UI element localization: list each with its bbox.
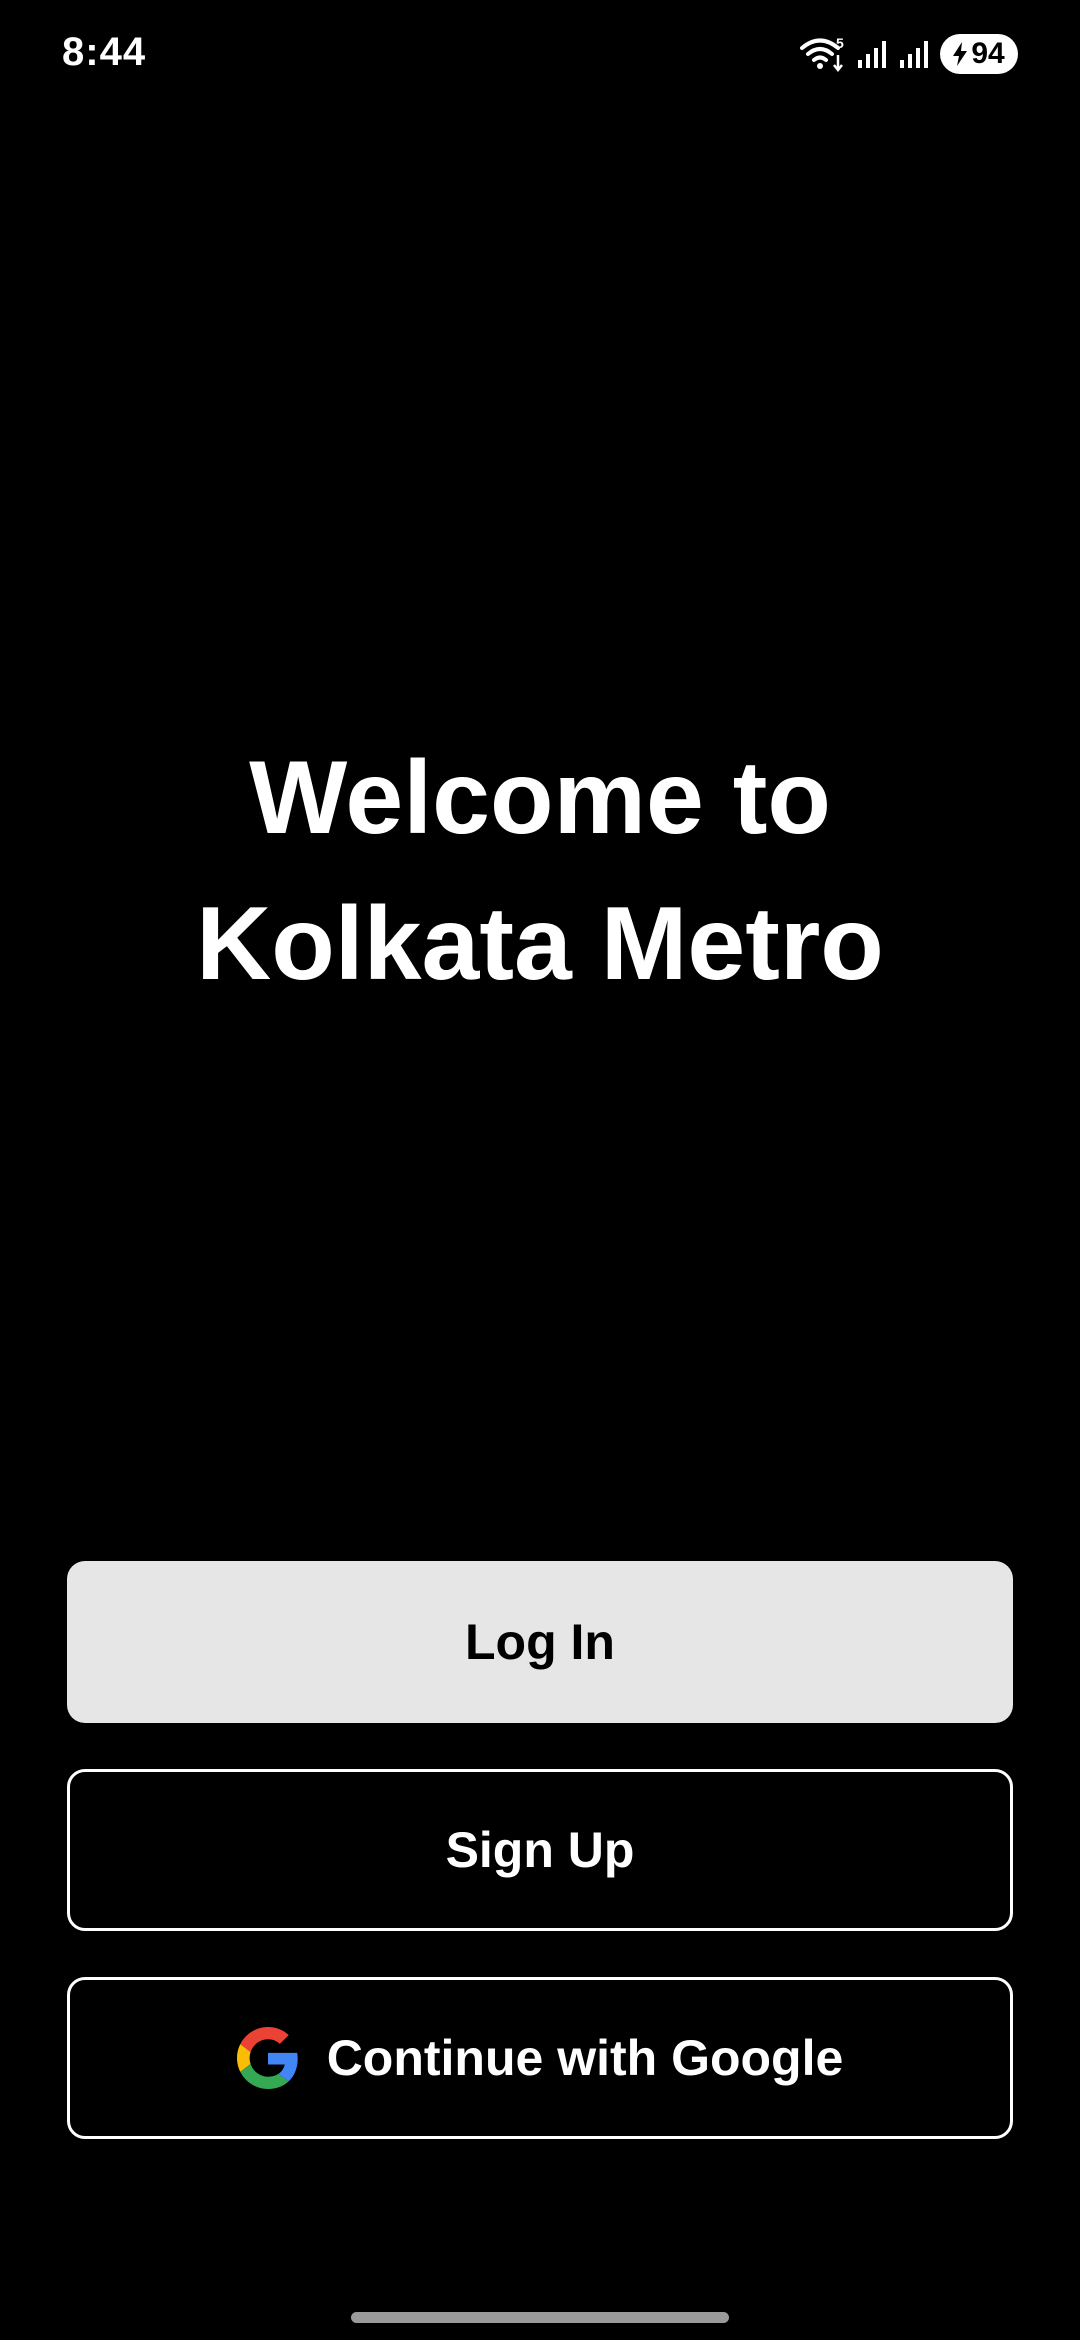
welcome-line-2: Kolkata Metro: [196, 886, 884, 1002]
welcome-line-1: Welcome to: [249, 740, 831, 856]
battery-level: 94: [971, 37, 1005, 70]
battery-indicator: 94: [940, 34, 1018, 74]
login-button-label: Log In: [465, 1614, 615, 1670]
google-icon: [236, 2027, 298, 2089]
signup-button-label: Sign Up: [445, 1822, 635, 1878]
home-indicator[interactable]: [351, 2312, 729, 2323]
status-bar: 8:44 5 94: [0, 0, 1080, 110]
welcome-screen: 8:44 5 94 Welcome to Kolkata Metro Log I…: [0, 0, 1080, 2340]
signup-button[interactable]: Sign Up: [67, 1769, 1013, 1931]
wifi-icon: 5: [800, 35, 844, 73]
signal-icon: [900, 41, 928, 68]
welcome-heading: Welcome to Kolkata Metro: [0, 725, 1080, 1017]
wifi-generation-label: 5: [836, 35, 844, 51]
google-button-label: Continue with Google: [326, 2030, 844, 2086]
charging-bolt-icon: [953, 42, 968, 66]
status-icons: 5 94: [800, 34, 1018, 74]
login-button[interactable]: Log In: [67, 1561, 1013, 1723]
signal-icon: [858, 41, 886, 68]
status-time: 8:44: [62, 30, 147, 74]
continue-with-google-button[interactable]: Continue with Google: [67, 1977, 1013, 2139]
